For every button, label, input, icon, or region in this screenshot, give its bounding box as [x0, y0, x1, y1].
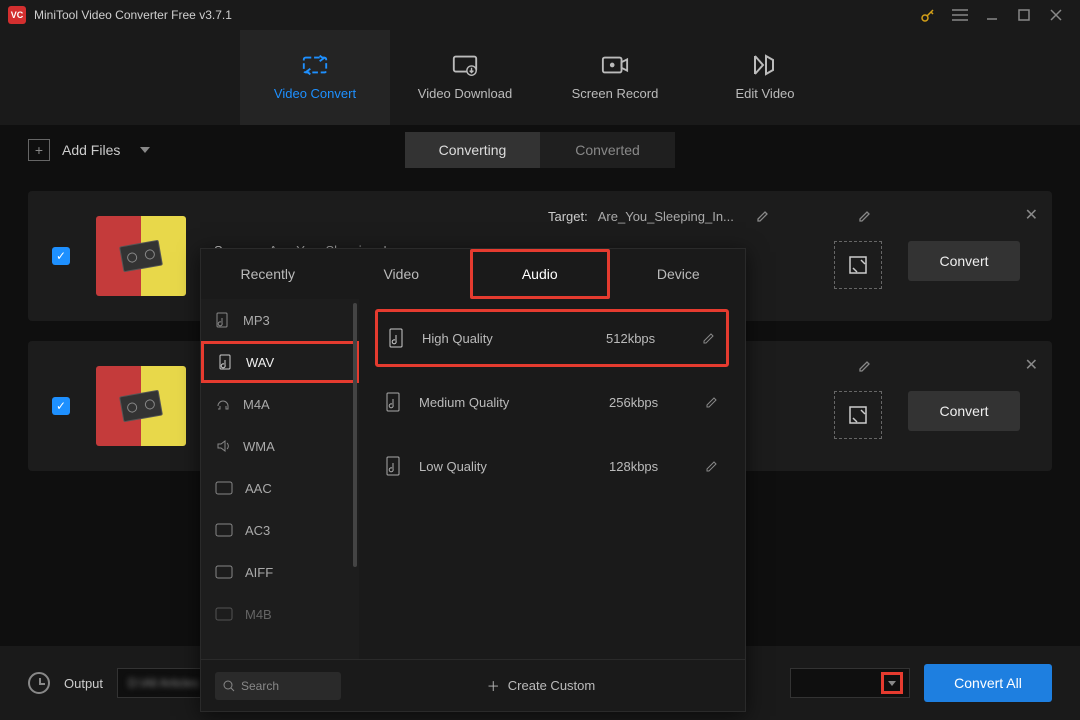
edit-icon[interactable]: [705, 459, 719, 473]
tab-label: Edit Video: [735, 86, 794, 101]
minimize-icon[interactable]: [976, 0, 1008, 30]
key-icon[interactable]: [912, 0, 944, 30]
toolbar: + Add Files Converting Converted: [0, 125, 1080, 175]
headphone-icon: [215, 396, 231, 412]
edit-icon[interactable]: [702, 331, 716, 345]
convert-button[interactable]: Convert: [908, 391, 1020, 431]
audio-file-icon: [218, 354, 234, 370]
poptab-device[interactable]: Device: [612, 249, 746, 299]
maximize-icon[interactable]: [1008, 0, 1040, 30]
plus-icon: +: [28, 139, 50, 161]
close-icon[interactable]: [1040, 0, 1072, 30]
subtabs: Converting Converted: [405, 132, 675, 168]
format-item-aiff[interactable]: AIFF: [201, 551, 359, 593]
tab-screen-record[interactable]: Screen Record: [540, 30, 690, 125]
plus-icon: ＋: [487, 676, 500, 695]
add-files-label: Add Files: [62, 142, 120, 158]
edit-icon: [751, 54, 779, 76]
format-item-mp3[interactable]: MP3: [201, 299, 359, 341]
poptab-audio[interactable]: Audio: [470, 249, 610, 299]
edit-target-icon[interactable]: [858, 209, 872, 223]
target-settings-button[interactable]: [834, 241, 882, 289]
format-list[interactable]: MP3 WAV M4A WMA AAC AC3: [201, 299, 359, 659]
output-label: Output: [64, 676, 103, 691]
audio-file-icon: [385, 456, 403, 476]
close-icon[interactable]: ✕: [1025, 355, 1038, 375]
format-popup: Recently Video Audio Device MP3 WAV M4A …: [200, 248, 746, 712]
aac-badge-icon: [215, 481, 233, 495]
target-label: Target:: [548, 209, 588, 224]
audio-file-icon: [388, 328, 406, 348]
tab-label: Screen Record: [572, 86, 659, 101]
target-format-dropdown[interactable]: [790, 668, 910, 698]
thumbnail: [96, 216, 186, 296]
tab-video-download[interactable]: Video Download: [390, 30, 540, 125]
checkbox-checked[interactable]: ✓: [52, 247, 70, 265]
target-settings-button[interactable]: [834, 391, 882, 439]
format-item-ac3[interactable]: AC3: [201, 509, 359, 551]
convert-icon: [301, 54, 329, 76]
poptab-video[interactable]: Video: [335, 249, 469, 299]
quality-item-high[interactable]: High Quality 512kbps: [375, 309, 729, 367]
scrollbar[interactable]: [353, 303, 357, 655]
quality-list: High Quality 512kbps Medium Quality 256k…: [359, 299, 745, 659]
target-value: Are_You_Sleeping_In...: [598, 209, 734, 224]
chevron-down-icon[interactable]: [881, 672, 903, 694]
subtab-converting[interactable]: Converting: [405, 132, 540, 168]
format-item-wma[interactable]: WMA: [201, 425, 359, 467]
menu-icon[interactable]: [944, 0, 976, 30]
tab-label: Video Download: [418, 86, 512, 101]
app-logo: VC: [8, 6, 26, 24]
tab-label: Video Convert: [274, 86, 356, 101]
edit-target-icon[interactable]: [858, 359, 872, 373]
mode-bar: Video Convert Video Download Screen Reco…: [0, 30, 1080, 125]
download-icon: [451, 54, 479, 76]
close-icon[interactable]: ✕: [1025, 205, 1038, 225]
format-item-m4a[interactable]: M4A: [201, 383, 359, 425]
chevron-down-icon[interactable]: [140, 147, 150, 153]
speaker-icon: [215, 438, 231, 454]
popup-tabs: Recently Video Audio Device: [201, 249, 745, 299]
create-custom-button[interactable]: ＋ Create Custom: [351, 676, 731, 695]
format-item-aac[interactable]: AAC: [201, 467, 359, 509]
tab-video-convert[interactable]: Video Convert: [240, 30, 390, 125]
popup-footer: Search ＋ Create Custom: [201, 659, 745, 711]
tab-edit-video[interactable]: Edit Video: [690, 30, 840, 125]
poptab-recently[interactable]: Recently: [201, 249, 335, 299]
edit-icon[interactable]: [756, 209, 770, 224]
checkbox-checked[interactable]: ✓: [52, 397, 70, 415]
format-item-m4b[interactable]: M4B: [201, 593, 359, 635]
quality-item-low[interactable]: Low Quality 128kbps: [375, 437, 729, 495]
thumbnail: [96, 366, 186, 446]
format-item-wav[interactable]: WAV: [201, 341, 359, 383]
record-icon: [601, 54, 629, 76]
ac3-badge-icon: [215, 523, 233, 537]
search-icon: [223, 680, 235, 692]
aiff-badge-icon: [215, 565, 233, 579]
edit-icon[interactable]: [705, 395, 719, 409]
clock-icon[interactable]: [28, 672, 50, 694]
audio-file-icon: [215, 312, 231, 328]
convert-all-button[interactable]: Convert All: [924, 664, 1052, 702]
audio-file-icon: [385, 392, 403, 412]
add-files-button[interactable]: + Add Files: [28, 139, 150, 161]
quality-item-medium[interactable]: Medium Quality 256kbps: [375, 373, 729, 431]
badge-icon: [215, 607, 233, 621]
search-input[interactable]: Search: [215, 672, 341, 700]
title-bar: VC MiniTool Video Converter Free v3.7.1: [0, 0, 1080, 30]
subtab-converted[interactable]: Converted: [540, 132, 675, 168]
app-title: MiniTool Video Converter Free v3.7.1: [34, 8, 912, 22]
convert-button[interactable]: Convert: [908, 241, 1020, 281]
